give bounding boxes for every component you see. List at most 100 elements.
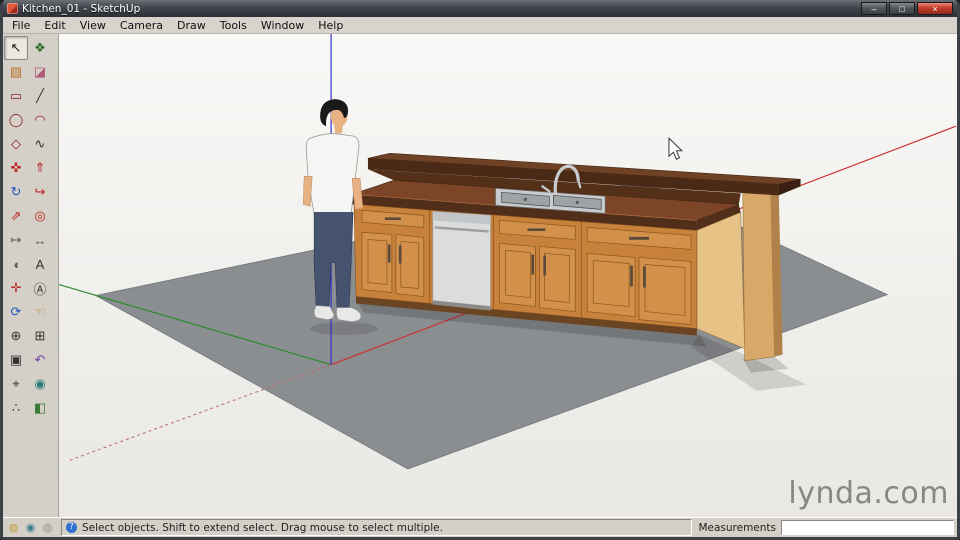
3d-text-icon: Ⓐ <box>33 281 47 297</box>
shirt <box>305 133 360 215</box>
measurements-input[interactable] <box>781 520 954 535</box>
tape-measure-tool[interactable]: ↦ <box>4 228 28 252</box>
person-shadow <box>310 322 378 336</box>
push-pull-tool[interactable]: ⇑ <box>28 156 52 180</box>
section-plane-icon: ◧ <box>33 400 47 415</box>
rotate-tool[interactable]: ↻ <box>4 180 28 204</box>
window-title: Kitchen_01 - SketchUp <box>22 2 141 15</box>
zoom-tool[interactable]: ⊕ <box>4 324 28 348</box>
door-handle <box>398 245 402 264</box>
dimension-icon: ↔ <box>33 232 47 248</box>
line-icon: ╱ <box>36 88 44 103</box>
door-handle <box>531 254 535 275</box>
polygon-tool[interactable]: ◇ <box>4 132 28 156</box>
minimize-button[interactable]: – <box>861 2 887 15</box>
eraser-icon: ◪ <box>33 64 47 79</box>
circle-icon: ◯ <box>8 112 24 127</box>
look-around-icon: ◉ <box>34 376 46 391</box>
sketchup-logo-icon <box>7 3 18 14</box>
zoom-window-tool[interactable]: ⊞ <box>28 324 52 348</box>
status-hint-text: Select objects. Shift to extend select. … <box>82 521 443 534</box>
previous-icon: ↶ <box>34 352 46 367</box>
sketchup-window: Kitchen_01 - SketchUp – □ × File Edit View… <box>0 0 960 540</box>
rectangle-tool[interactable]: ▭ <box>4 84 28 108</box>
polygon-icon: ◇ <box>11 136 21 151</box>
look-around-tool[interactable]: ◉ <box>28 372 52 396</box>
zoom-extents-icon: ▣ <box>9 352 23 367</box>
scene-canvas <box>59 34 957 517</box>
zoom-extents-tool[interactable]: ▣ <box>4 348 28 372</box>
text-tool[interactable]: A <box>28 252 52 276</box>
3d-text-tool[interactable]: Ⓐ <box>28 276 52 300</box>
neck <box>334 124 344 134</box>
rectangle-icon: ▭ <box>9 88 23 103</box>
help-icon: ? <box>66 522 77 533</box>
previous-tool[interactable]: ↶ <box>28 348 52 372</box>
walk-icon: ∴ <box>11 400 21 415</box>
axes-tool[interactable]: ✛ <box>4 276 28 300</box>
end-panel <box>696 212 746 349</box>
door-handle <box>543 255 546 276</box>
drawer-handle <box>384 217 401 220</box>
make-component-tool[interactable]: ❖ <box>28 36 52 60</box>
select-tool[interactable]: ↖ <box>4 36 28 60</box>
menu-help[interactable]: Help <box>311 18 350 33</box>
walk-tool[interactable]: ∴ <box>4 396 28 420</box>
freehand-icon: ∿ <box>34 136 46 151</box>
dishwasher <box>432 211 491 311</box>
circle-tool[interactable]: ◯ <box>4 108 28 132</box>
credits-icon[interactable]: ◎ <box>40 520 55 535</box>
close-button[interactable]: × <box>917 2 953 15</box>
offset-icon: ◎ <box>34 208 46 223</box>
position-camera-tool[interactable]: ⌖ <box>4 372 28 396</box>
door-handle <box>387 244 391 263</box>
measurements-label: Measurements <box>698 521 776 534</box>
menu-draw[interactable]: Draw <box>170 18 213 33</box>
move-icon: ✜ <box>10 160 22 175</box>
arc-tool[interactable]: ◠ <box>28 108 52 132</box>
menu-camera[interactable]: Camera <box>113 18 170 33</box>
protractor-tool[interactable]: ◖ <box>4 252 28 276</box>
paint-bucket-icon: ▧ <box>9 64 23 79</box>
orbit-tool[interactable]: ⟳ <box>4 300 28 324</box>
menu-view[interactable]: View <box>73 18 113 33</box>
dimension-tool[interactable]: ↔ <box>28 228 52 252</box>
modeling-viewport[interactable]: lynda.com <box>59 34 957 517</box>
make-component-icon: ❖ <box>34 40 46 55</box>
support-column <box>742 184 775 361</box>
titlebar[interactable]: Kitchen_01 - SketchUp – □ × <box>3 0 957 17</box>
window-controls: – □ × <box>861 2 953 15</box>
menu-edit[interactable]: Edit <box>37 18 72 33</box>
pan-icon: ☜ <box>34 304 46 319</box>
text-icon: A <box>35 256 45 272</box>
pan-tool[interactable]: ☜ <box>28 300 52 324</box>
tape-measure-icon: ↦ <box>10 232 22 247</box>
follow-me-icon: ↪ <box>34 184 46 199</box>
menu-tools[interactable]: Tools <box>213 18 254 33</box>
menu-window[interactable]: Window <box>254 18 311 33</box>
drawer-handle <box>527 228 546 232</box>
menu-file[interactable]: File <box>5 18 37 33</box>
follow-me-tool[interactable]: ↪ <box>28 180 52 204</box>
offset-tool[interactable]: ◎ <box>28 204 52 228</box>
geolocation-icon[interactable]: ◍ <box>6 520 21 535</box>
status-hint-panel: ? Select objects. Shift to extend select… <box>61 519 693 536</box>
line-tool[interactable]: ╱ <box>28 84 52 108</box>
move-tool[interactable]: ✜ <box>4 156 28 180</box>
scale-icon: ⇗ <box>10 208 22 223</box>
measurements-area: Measurements <box>698 520 954 535</box>
eraser-tool[interactable]: ◪ <box>28 60 52 84</box>
paint-bucket-tool[interactable]: ▧ <box>4 60 28 84</box>
claim-model-icon[interactable]: ◉ <box>23 520 38 535</box>
freehand-tool[interactable]: ∿ <box>28 132 52 156</box>
rotate-icon: ↻ <box>10 184 22 199</box>
door-handle <box>630 265 633 287</box>
status-icons: ◍ ◉ ◎ <box>6 520 55 535</box>
section-plane-tool[interactable]: ◧ <box>28 396 52 420</box>
statusbar: ◍ ◉ ◎ ? Select objects. Shift to extend se… <box>3 517 957 537</box>
zoom-icon: ⊕ <box>10 328 22 343</box>
maximize-button[interactable]: □ <box>889 2 915 15</box>
position-camera-icon: ⌖ <box>12 376 20 391</box>
scale-tool[interactable]: ⇗ <box>4 204 28 228</box>
cabinet-right-section <box>586 227 692 325</box>
